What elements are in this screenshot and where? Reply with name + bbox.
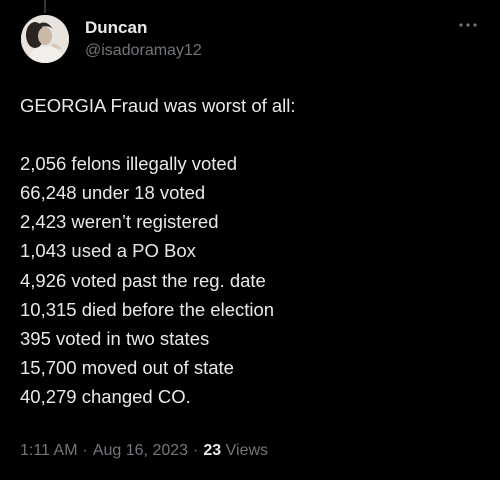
meta-separator-views: ·: [193, 442, 199, 459]
tweet-header: Duncan @isadoramay12: [21, 15, 481, 67]
author-names: Duncan @isadoramay12: [85, 17, 202, 62]
tweet-time[interactable]: 1:11 AM: [20, 442, 78, 459]
meta-separator: ·: [82, 442, 88, 459]
views-label: Views: [225, 442, 269, 459]
views-count[interactable]: 23: [203, 442, 221, 459]
more-options-icon[interactable]: [457, 17, 479, 33]
tweet-metadata: 1:11 AM · Aug 16, 2023 · 23 Views: [20, 441, 268, 461]
tweet-date[interactable]: Aug 16, 2023: [93, 442, 188, 459]
avatar[interactable]: [21, 15, 69, 63]
thread-connector-line: [44, 0, 46, 13]
avatar-image: [21, 15, 69, 63]
author-handle[interactable]: @isadoramay12: [85, 40, 202, 62]
tweet-text: GEORGIA Fraud was worst of all: 2,056 fe…: [20, 95, 296, 407]
author-display-name[interactable]: Duncan: [85, 17, 202, 39]
